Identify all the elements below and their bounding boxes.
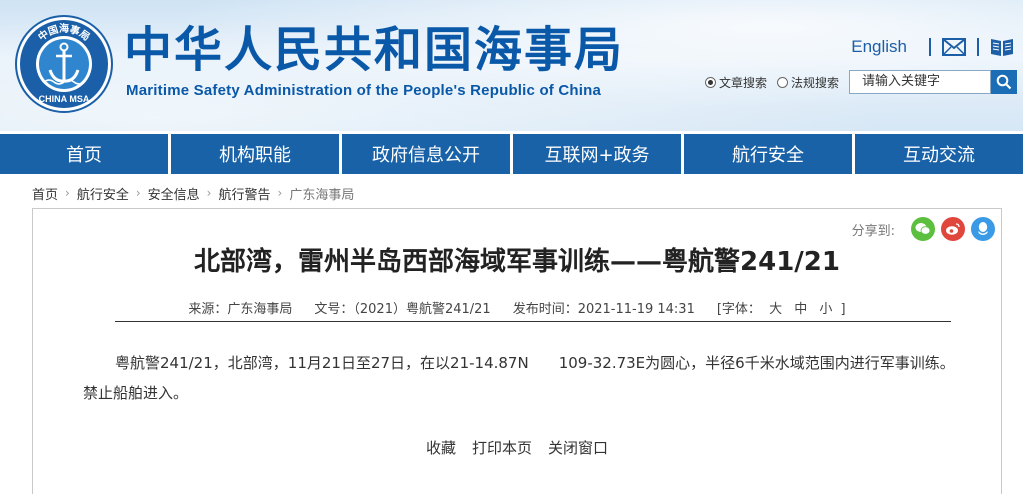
main-nav: 首页 机构职能 政府信息公开 互联网+政务 航行安全 互动交流 [0,134,1023,174]
article-actions: 收藏 打印本页 关闭窗口 [33,437,1001,458]
font-size-medium-button[interactable]: 中 [794,302,807,317]
top-links: English [851,34,1015,60]
law-search-radio[interactable]: 法规搜索 [776,74,839,91]
article-doc-number: 文号：（2021）粤航警241/21 [314,302,491,317]
search-input[interactable]: 请输入关键字 [849,70,991,94]
site-header: 中国海事局 CHINA MSA 中华人民共和国海事局 Maritime Safe… [0,0,1023,131]
breadcrumb-safety-info[interactable]: 安全信息 [148,184,200,203]
radio-unchecked-icon [776,76,788,88]
chevron-right-icon: › [206,186,212,200]
nav-internet-services[interactable]: 互联网+政务 [513,134,681,174]
share-label: 分享到: [851,223,895,239]
article-meta: 来源：广东海事局 文号：（2021）粤航警241/21 发布时间：2021-11… [33,298,1001,317]
breadcrumb: 首页 › 航行安全 › 安全信息 › 航行警告 › 广东海事局 [32,184,354,203]
search-button[interactable] [991,70,1017,94]
nav-interaction[interactable]: 互动交流 [855,134,1023,174]
msa-logo[interactable]: 中国海事局 CHINA MSA [14,14,114,114]
font-size-control: [字体： 大 中 小 ] [717,298,846,317]
book-icon[interactable] [989,36,1015,58]
weibo-icon[interactable] [941,217,965,241]
print-button[interactable]: 打印本页 [472,437,532,458]
close-window-button[interactable]: 关闭窗口 [548,437,608,458]
favorite-button[interactable]: 收藏 [426,437,456,458]
nav-gov-info[interactable]: 政府信息公开 [342,134,510,174]
english-link[interactable]: English [851,37,907,57]
site-title-en: Maritime Safety Administration of the Pe… [126,82,602,99]
nav-navigation-safety[interactable]: 航行安全 [684,134,852,174]
article-source: 来源：广东海事局 [188,302,293,317]
separator [977,38,979,56]
logo-bottom-text: CHINA MSA [39,94,90,104]
breadcrumb-guangdong[interactable]: 广东海事局 [289,184,354,203]
font-size-label: [字体： [716,302,761,317]
mail-icon[interactable] [941,36,967,58]
article-panel: 分享到: 北部湾，雷州半岛西部海域军事训练——粤航警241/21 来源：广东海事… [32,208,1002,494]
chevron-right-icon: › [65,186,70,200]
nav-home[interactable]: 首页 [0,134,168,174]
chevron-right-icon: › [277,186,283,200]
search-icon [996,74,1012,90]
divider [115,321,951,322]
article-search-radio[interactable]: 文章搜索 [704,74,767,91]
wechat-icon[interactable] [911,217,935,241]
search-bar: 文章搜索 法规搜索 请输入关键字 [704,70,1017,94]
article-body: 粤航警241/21，北部湾，11月21日至27日，在以21-14.87N 109… [83,354,955,402]
article-publish-time: 发布时间：2021-11-19 14:31 [512,302,695,317]
breadcrumb-home[interactable]: 首页 [32,184,58,203]
font-size-large-button[interactable]: 大 [769,302,782,317]
radio-checked-icon [704,76,716,88]
separator [929,38,931,56]
radio-label: 法规搜索 [790,75,839,90]
breadcrumb-navigation-safety[interactable]: 航行安全 [77,184,129,203]
radio-label: 文章搜索 [718,75,767,90]
share-bar: 分享到: [852,217,995,241]
nav-organization[interactable]: 机构职能 [171,134,339,174]
font-size-end: ] [840,302,846,317]
font-size-small-button[interactable]: 小 [819,302,832,317]
site-title-cn: 中华人民共和国海事局 [124,22,625,78]
article-title: 北部湾，雷州半岛西部海域军事训练——粤航警241/21 [194,247,840,277]
chevron-right-icon: › [135,186,141,200]
breadcrumb-warnings[interactable]: 航行警告 [218,184,270,203]
qq-icon[interactable] [971,217,995,241]
